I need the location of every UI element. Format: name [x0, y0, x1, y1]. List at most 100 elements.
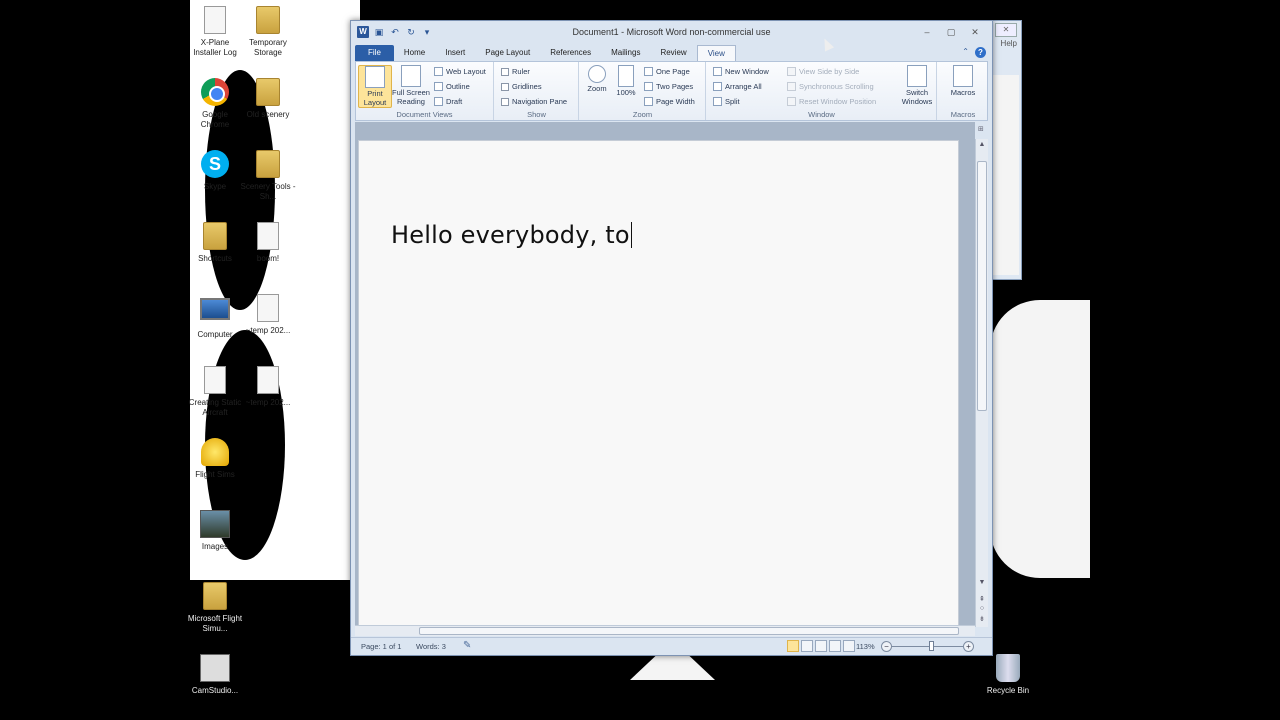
tab-page-layout[interactable]: Page Layout: [475, 45, 540, 61]
next-page-icon[interactable]: ⇟: [976, 615, 988, 623]
arrange-all-button[interactable]: Arrange All: [713, 82, 762, 91]
document-text[interactable]: Hello everybody, to: [391, 221, 632, 249]
page-count[interactable]: Page: 1 of 1: [361, 642, 401, 651]
split-icon: [713, 97, 722, 106]
macros-button[interactable]: Macros: [946, 65, 980, 97]
tab-references[interactable]: References: [540, 45, 601, 61]
horizontal-scroll-thumb[interactable]: [419, 627, 959, 635]
group-show: Ruler Gridlines Navigation Pane Show: [495, 62, 579, 120]
desktop-icon-shortcuts[interactable]: Shortcuts: [187, 222, 243, 264]
text-file-icon: [204, 6, 226, 34]
sync-scroll-icon: [787, 82, 796, 91]
ruler-checkbox[interactable]: Ruler: [501, 67, 530, 76]
folder-icon: [256, 78, 280, 106]
desktop-icon-boom-wav[interactable]: boom!: [240, 222, 296, 264]
full-screen-reading-icon: [401, 65, 421, 87]
close-icon[interactable]: ✕: [995, 23, 1017, 37]
title-bar[interactable]: W ▣ ↶ ↻ ▾ Document1 - Microsoft Word non…: [351, 21, 992, 43]
tab-home[interactable]: Home: [394, 45, 435, 61]
chrome-icon: [201, 78, 229, 106]
draft-view-icon[interactable]: [843, 640, 855, 652]
desktop-icon-camstudio[interactable]: CamStudio...: [187, 654, 243, 696]
desktop-icon-xplane-log[interactable]: X-Plane Installer Log: [187, 6, 243, 58]
desktop-icon-images[interactable]: Images: [187, 510, 243, 552]
maximize-icon[interactable]: ▢: [940, 25, 962, 39]
print-layout-icon: [365, 66, 385, 88]
zoom-100-button[interactable]: 100%: [612, 65, 640, 97]
word-count[interactable]: Words: 3: [416, 642, 446, 651]
text-file-icon: [204, 366, 226, 394]
proofing-icon[interactable]: ✎: [463, 640, 471, 651]
desktop-icon-creating-static-aircraft[interactable]: Creating Static Aircraft: [187, 366, 243, 418]
vertical-scrollbar[interactable]: ▲ ▼ ⇞ ○ ⇟: [975, 139, 988, 627]
desktop-icon-google-chrome[interactable]: Google Chrome: [187, 78, 243, 130]
web-layout-button[interactable]: Web Layout: [434, 67, 486, 76]
tab-insert[interactable]: Insert: [435, 45, 475, 61]
status-bar: Page: 1 of 1 Words: 3 ✎ 113% − +: [351, 637, 992, 655]
draft-button[interactable]: Draft: [434, 97, 462, 106]
new-window-button[interactable]: New Window: [713, 67, 769, 76]
ribbon-view: Print Layout Full Screen Reading Web Lay…: [355, 61, 988, 121]
tab-view[interactable]: View: [696, 45, 736, 61]
desktop-icon-microsoft-flight-simulator[interactable]: Microsoft Flight Simu...: [187, 582, 243, 634]
zoom-in-icon[interactable]: +: [963, 641, 974, 652]
folder-icon: [203, 222, 227, 250]
reset-position-icon: [787, 97, 796, 106]
tab-mailings[interactable]: Mailings: [601, 45, 650, 61]
desktop-icon-temp-avi[interactable]: ~temp 202...: [240, 294, 296, 336]
outline-view-icon[interactable]: [829, 640, 841, 652]
select-browse-object-icon[interactable]: ○: [976, 605, 988, 612]
desktop-icon-scenery-tools[interactable]: Scenery Tools - Sh...: [240, 150, 296, 202]
print-layout-button[interactable]: Print Layout: [358, 65, 392, 108]
scroll-down-icon[interactable]: ▼: [976, 579, 988, 586]
ribbon-right-controls: ⌃ ?: [962, 47, 986, 58]
desktop-icon-flight-sims[interactable]: Flight Sims: [187, 438, 243, 480]
zoom-slider-thumb[interactable]: [929, 641, 935, 651]
image-icon: [200, 510, 230, 538]
folder-icon: [256, 6, 280, 34]
minimize-ribbon-icon[interactable]: ⌃: [962, 47, 969, 58]
switch-windows-icon: [907, 65, 927, 87]
horizontal-scrollbar[interactable]: [355, 625, 975, 636]
one-page-button[interactable]: One Page: [644, 67, 690, 76]
page-100-icon: [618, 65, 634, 87]
help-icon[interactable]: ?: [975, 47, 986, 58]
tab-file[interactable]: File: [355, 45, 394, 61]
skype-icon: S: [201, 150, 229, 178]
desktop-icon-computer[interactable]: Computer: [187, 294, 243, 340]
desktop-icon-recycle-bin[interactable]: Recycle Bin: [980, 654, 1036, 696]
full-screen-reading-button[interactable]: Full Screen Reading: [392, 65, 430, 106]
previous-page-icon[interactable]: ⇞: [976, 595, 988, 603]
page-width-button[interactable]: Page Width: [644, 97, 695, 106]
navigation-pane-checkbox[interactable]: Navigation Pane: [501, 97, 567, 106]
view-ruler-icon[interactable]: ⊞: [978, 125, 988, 137]
vertical-scroll-thumb[interactable]: [977, 161, 987, 411]
window-title: Document1 - Microsoft Word non-commercia…: [572, 27, 771, 37]
print-layout-view-icon[interactable]: [787, 640, 799, 652]
switch-windows-button[interactable]: Switch Windows: [897, 65, 937, 106]
minimize-icon[interactable]: –: [916, 25, 938, 39]
document-area[interactable]: Hello everybody, to: [355, 122, 975, 627]
split-button[interactable]: Split: [713, 97, 740, 106]
outline-button[interactable]: Outline: [434, 82, 470, 91]
full-screen-view-icon[interactable]: [801, 640, 813, 652]
desktop-icon-old-scenery[interactable]: Old scenery: [240, 78, 296, 120]
scroll-up-icon[interactable]: ▲: [976, 141, 988, 148]
tab-review[interactable]: Review: [650, 45, 696, 61]
document-page[interactable]: Hello everybody, to: [358, 140, 959, 627]
group-window: New Window Arrange All Split View Side b…: [707, 62, 937, 120]
two-pages-button[interactable]: Two Pages: [644, 82, 693, 91]
word-window[interactable]: W ▣ ↶ ↻ ▾ Document1 - Microsoft Word non…: [350, 20, 993, 656]
help-menu[interactable]: Help: [1001, 39, 1017, 48]
web-layout-view-icon[interactable]: [815, 640, 827, 652]
desktop-icon-skype[interactable]: S Skype: [187, 150, 243, 192]
desktop-icon-temporary-storage[interactable]: Temporary Storage: [240, 6, 296, 58]
zoom-button[interactable]: Zoom: [582, 65, 612, 93]
zoom-level[interactable]: 113%: [856, 642, 875, 651]
ribbon-tabs: File Home Insert Page Layout References …: [355, 45, 736, 61]
group-label: Show: [527, 110, 546, 119]
group-label: Window: [808, 110, 835, 119]
desktop-icon-temp-doc[interactable]: ~temp 202...: [240, 366, 296, 408]
gridlines-checkbox[interactable]: Gridlines: [501, 82, 542, 91]
close-icon[interactable]: ✕: [964, 25, 986, 39]
